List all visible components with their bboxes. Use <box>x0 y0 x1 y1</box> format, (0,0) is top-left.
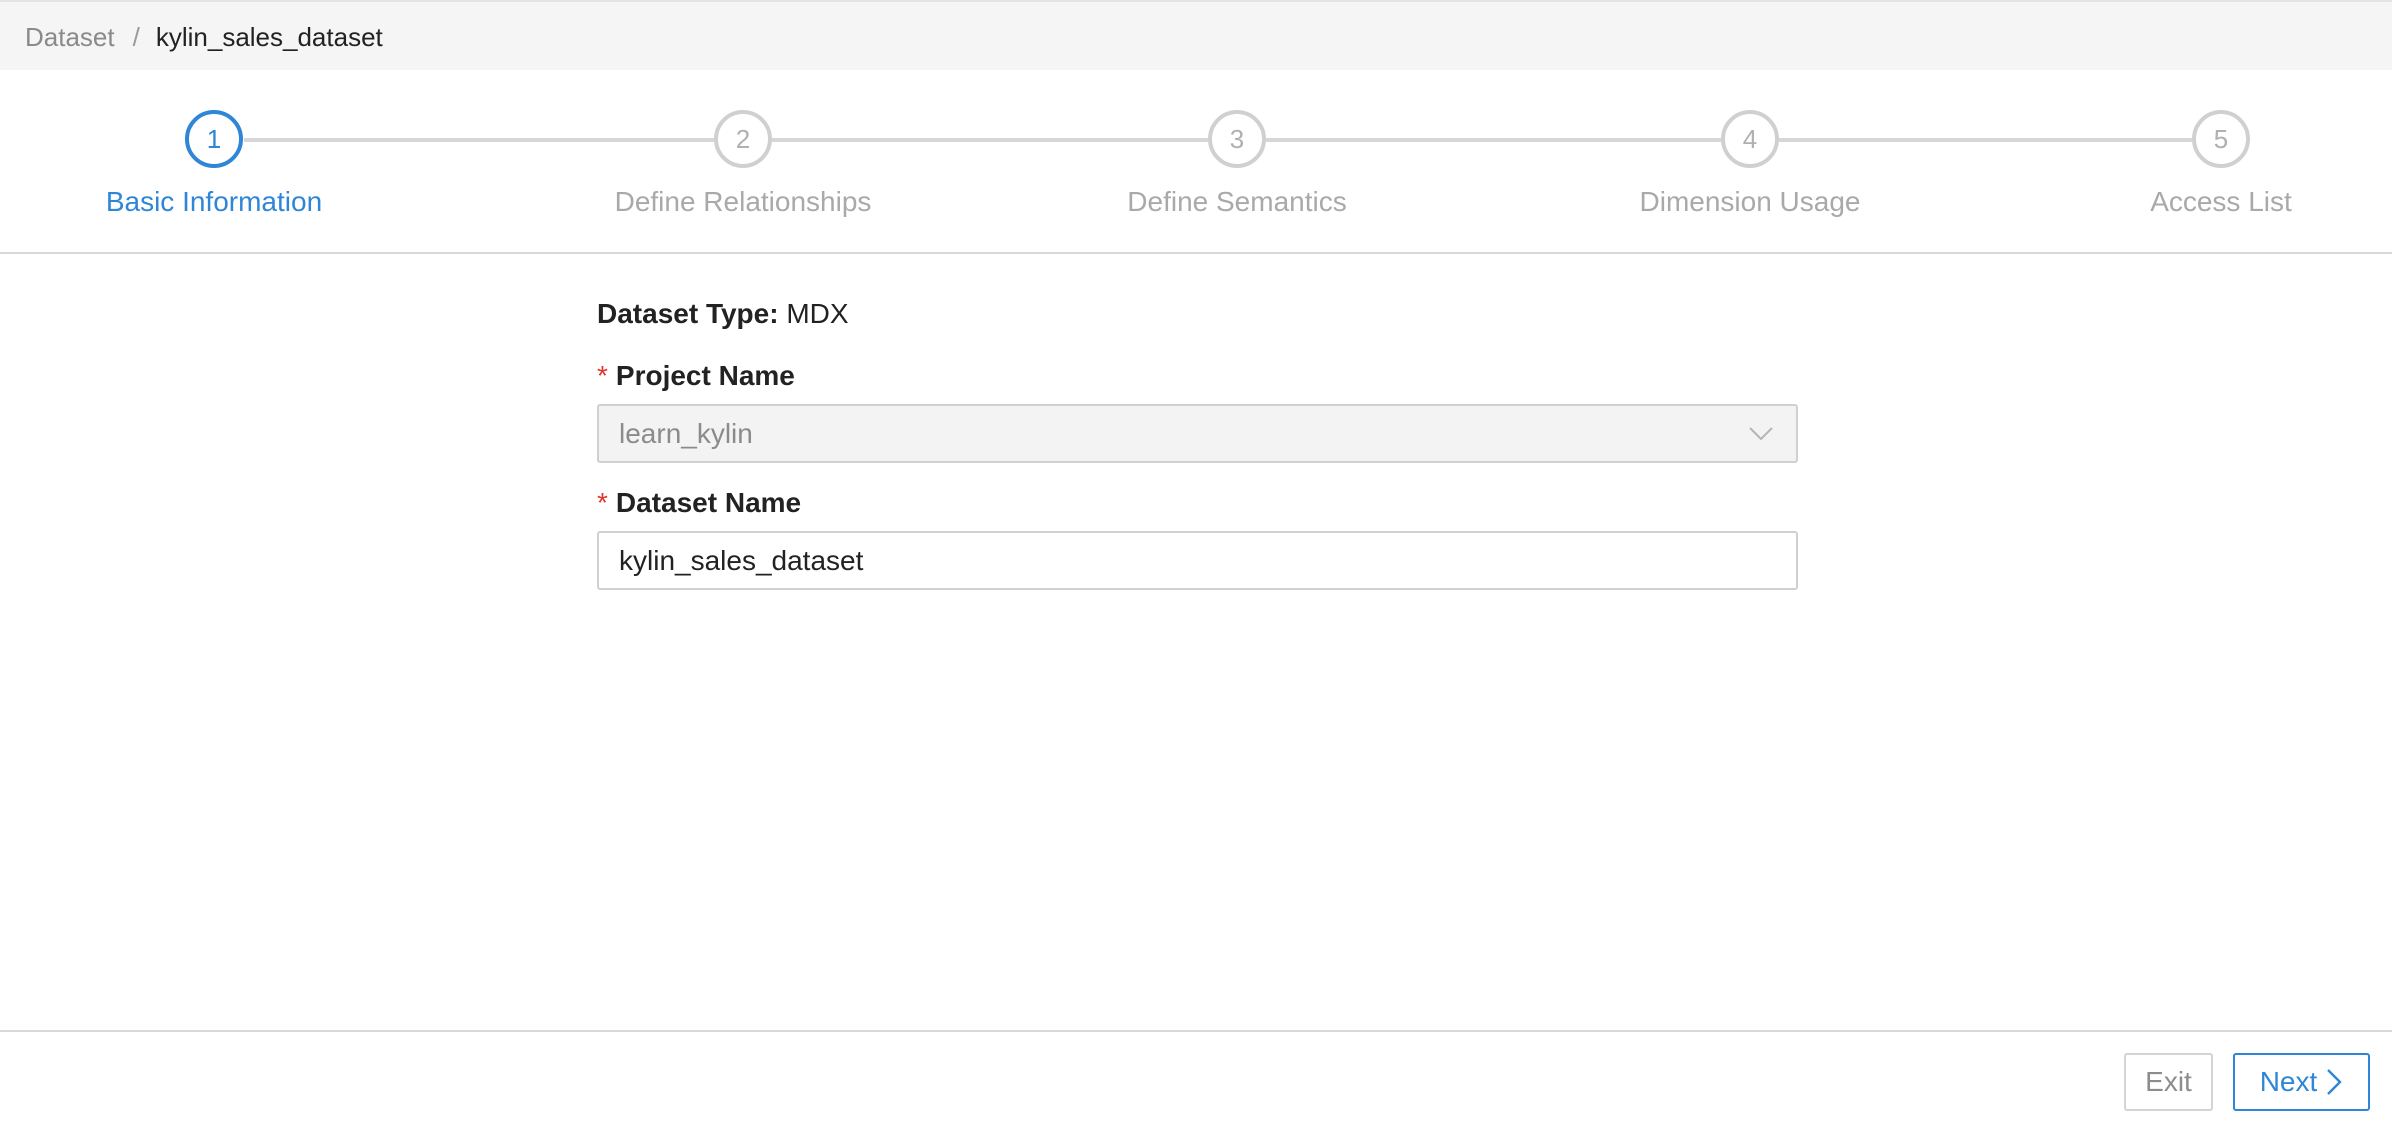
step-label: Define Relationships <box>614 186 872 217</box>
chevron-down-icon <box>1749 427 1773 441</box>
dataset-type: Dataset Type: MDX <box>597 296 1798 336</box>
top-bar: Dataset / kylin_sales_dataset <box>0 0 2392 70</box>
footer-bar: Exit Next <box>0 1030 2392 1124</box>
project-name-select[interactable]: learn_kylin <box>597 404 1798 463</box>
required-mark: * <box>597 360 608 391</box>
dataset-name-input[interactable] <box>597 531 1798 590</box>
step-connector <box>244 138 714 142</box>
step-label: Access List <box>2150 186 2292 217</box>
next-button[interactable]: Next <box>2233 1053 2370 1111</box>
exit-button[interactable]: Exit <box>2124 1053 2213 1111</box>
step-label: Dimension Usage <box>1639 186 1861 217</box>
chevron-right-icon <box>2327 1068 2342 1095</box>
project-name-label-row: * Project Name <box>597 358 1798 396</box>
breadcrumb-separator: / <box>132 22 140 52</box>
wizard-stepper: 1 Basic Information 2 Define Relationshi… <box>0 70 2392 254</box>
step-number: 1 <box>185 110 243 168</box>
step-label: Define Semantics <box>1127 186 1347 217</box>
required-mark: * <box>597 487 608 518</box>
dataset-name-label: Dataset Name <box>615 487 802 518</box>
dataset-type-label: Dataset Type: <box>597 298 779 329</box>
project-name-value: learn_kylin <box>619 418 753 449</box>
step-connector <box>1266 138 1721 142</box>
next-button-label: Next <box>2259 1066 2318 1097</box>
dataset-name-label-row: * Dataset Name <box>597 485 1798 523</box>
breadcrumb-dataset-link[interactable]: Dataset <box>25 22 115 52</box>
step-number: 4 <box>1721 110 1779 168</box>
basic-information-form: Dataset Type: MDX * Project Name learn_ky… <box>597 296 1798 590</box>
step-number: 3 <box>1208 110 1266 168</box>
step-connector <box>1779 138 2192 142</box>
dataset-type-value: MDX <box>786 298 849 329</box>
step-connector <box>772 138 1208 142</box>
step-number: 2 <box>714 110 772 168</box>
step-number: 5 <box>2192 110 2250 168</box>
exit-button-label: Exit <box>2145 1066 2192 1097</box>
project-name-label: Project Name <box>615 360 795 391</box>
step-label: Basic Information <box>105 186 323 217</box>
breadcrumb-current: kylin_sales_dataset <box>155 22 383 52</box>
breadcrumb: Dataset / kylin_sales_dataset <box>25 20 383 54</box>
